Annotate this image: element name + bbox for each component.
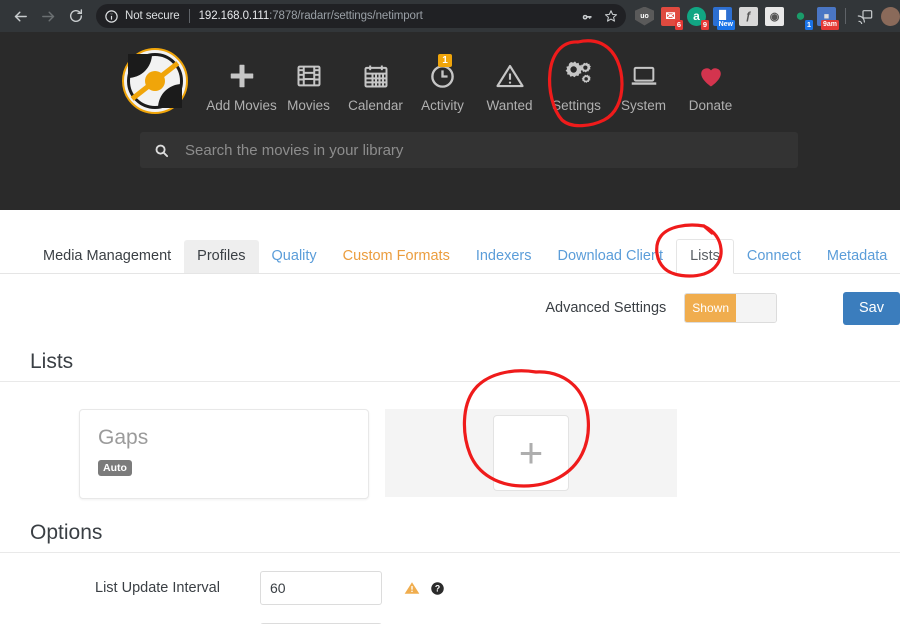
tab-media-management[interactable]: Media Management <box>30 240 184 273</box>
news-extension[interactable]: █ New <box>713 6 735 30</box>
list-card-tag: Auto <box>98 460 132 476</box>
forward-arrow-icon[interactable] <box>34 2 62 30</box>
nav-label: Movies <box>287 98 330 113</box>
nav-label: Settings <box>552 98 601 113</box>
options-section-title: Options <box>0 511 900 553</box>
toggle-shown-label[interactable]: Shown <box>685 294 736 322</box>
grammarly-badge: 9 <box>700 19 709 30</box>
profile-avatar[interactable] <box>881 6 900 26</box>
save-button[interactable]: Sav <box>843 291 900 325</box>
extension-divider <box>845 8 846 24</box>
nav-label: Activity <box>421 98 464 113</box>
app-header: Add Movies Movies Calendar 1 Activity Wa… <box>0 32 900 210</box>
address-bar[interactable]: Not secure 192.168.0.111:7878/radarr/set… <box>96 4 626 28</box>
url-path: :7878/radarr/settings/netimport <box>269 10 423 22</box>
nav-label: Donate <box>688 98 733 113</box>
status-badge: 1 <box>804 19 813 30</box>
search-input[interactable] <box>185 141 784 159</box>
omnibox-divider <box>188 9 190 23</box>
nav-item-add-movies[interactable]: Add Movies <box>206 46 277 113</box>
nav-label: Wanted <box>486 98 533 113</box>
drive-extension[interactable]: ◉ <box>765 6 784 26</box>
url-text: 192.168.0.111:7878/radarr/settings/netim… <box>199 10 423 22</box>
password-key-icon[interactable] <box>581 9 595 23</box>
warning-triangle-icon[interactable] <box>404 580 420 596</box>
browser-toolbar: Not secure 192.168.0.111:7878/radarr/set… <box>0 0 900 32</box>
tab-download-client[interactable]: Download Client <box>544 240 676 273</box>
gears-icon <box>560 56 594 96</box>
nav-item-donate[interactable]: Donate <box>677 46 744 113</box>
calendar-icon <box>362 56 390 96</box>
clock-icon: 1 <box>429 54 456 96</box>
nav-label: System <box>620 98 666 113</box>
question-mark-icon[interactable]: ? <box>430 581 445 596</box>
info-circle-icon <box>104 9 119 24</box>
add-list-card[interactable]: + <box>385 409 677 497</box>
search-icon <box>154 143 169 158</box>
lists-grid: Gaps Auto + <box>0 382 900 499</box>
svg-text:?: ? <box>435 583 440 593</box>
settings-tabs: Media Management Profiles Quality Custom… <box>0 232 900 274</box>
logo-center-dot <box>145 71 165 91</box>
settings-page: Media Management Profiles Quality Custom… <box>0 232 900 624</box>
alarm-extension[interactable]: ■ 9am <box>817 6 839 30</box>
nav-label: Calendar <box>348 98 403 113</box>
nav-item-wanted[interactable]: Wanted <box>476 46 543 113</box>
film-strip-icon <box>295 56 323 96</box>
tab-custom-formats[interactable]: Custom Formats <box>330 240 463 273</box>
nav-item-activity[interactable]: 1 Activity <box>409 46 476 113</box>
main-navigation: Add Movies Movies Calendar 1 Activity Wa… <box>0 32 900 114</box>
options-form: List Update Interval ? Clean Library Lev… <box>0 553 900 624</box>
heart-icon <box>696 56 726 96</box>
radarr-logo[interactable] <box>122 48 188 114</box>
alarm-badge: 9am <box>820 19 839 30</box>
laptop-icon <box>628 56 660 96</box>
form-row-list-update-interval: List Update Interval ? <box>0 571 900 605</box>
tab-quality[interactable]: Quality <box>259 240 330 273</box>
nav-item-movies[interactable]: Movies <box>275 46 342 113</box>
nav-item-system[interactable]: System <box>610 46 677 113</box>
warning-triangle-icon <box>495 56 525 96</box>
news-badge: New <box>716 19 735 30</box>
toggle-hidden-slot[interactable] <box>736 294 776 322</box>
grammarly-extension[interactable]: a9 <box>687 6 709 30</box>
status-extension[interactable]: ● 1 <box>791 6 813 30</box>
extension-icons: uo ✉ 6 a9 █ New ƒ ◉ ● 1 ■ 9am <box>635 6 900 30</box>
nav-label: Add Movies <box>206 98 277 113</box>
tab-profiles[interactable]: Profiles <box>184 240 259 273</box>
tab-metadata[interactable]: Metadata <box>814 240 900 273</box>
lists-section-title: Lists <box>0 340 900 382</box>
cast-icon[interactable] <box>855 7 874 26</box>
security-status-label: Not secure <box>125 10 180 22</box>
tab-indexers[interactable]: Indexers <box>463 240 545 273</box>
library-search-box[interactable] <box>140 132 798 168</box>
url-host: 192.168.0.111 <box>198 10 270 22</box>
activity-badge: 1 <box>438 54 452 67</box>
list-card-title: Gaps <box>98 426 149 449</box>
tab-lists[interactable]: Lists <box>676 239 734 274</box>
add-list-button[interactable]: + <box>493 415 569 491</box>
plus-icon <box>227 56 257 96</box>
gmail-badge: 6 <box>674 19 683 30</box>
settings-toolbar: Advanced Settings Shown Sav <box>0 274 900 328</box>
back-arrow-icon[interactable] <box>6 2 34 30</box>
gmail-extension[interactable]: ✉ 6 <box>661 6 683 30</box>
advanced-settings-toggle[interactable]: Shown <box>684 293 777 323</box>
nav-item-settings[interactable]: Settings <box>543 46 610 113</box>
list-card-gaps[interactable]: Gaps Auto <box>79 409 369 499</box>
bookmark-star-icon[interactable] <box>604 9 618 23</box>
ublock-origin-extension[interactable]: uo <box>635 6 654 26</box>
reload-icon[interactable] <box>62 2 90 30</box>
list-update-interval-input[interactable] <box>260 571 382 605</box>
nav-item-calendar[interactable]: Calendar <box>342 46 409 113</box>
advanced-settings-label: Advanced Settings <box>545 300 667 316</box>
list-update-interval-label: List Update Interval <box>95 580 220 596</box>
honey-extension[interactable]: ƒ <box>739 6 758 26</box>
tab-connect[interactable]: Connect <box>734 240 814 273</box>
